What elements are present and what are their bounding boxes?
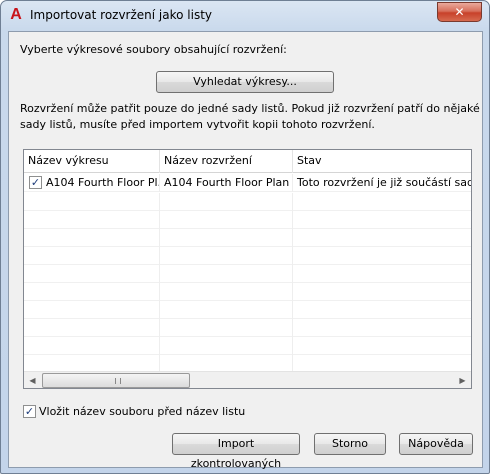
grip-icon [115, 378, 121, 384]
empty-cell [24, 211, 160, 229]
column-header-layout[interactable]: Název rozvržení [160, 150, 293, 173]
layout-name-cell: A104 Fourth Floor Plan [160, 174, 293, 192]
empty-cell [160, 265, 293, 283]
column-header-drawing[interactable]: Název výkresu [24, 150, 160, 173]
arrow-right-icon[interactable]: ▶ [454, 372, 471, 388]
layouts-list[interactable]: Název výkresu Název rozvržení Stav ✓ A10… [23, 149, 472, 389]
select-drawings-label: Vyberte výkresové soubory obsahující roz… [20, 43, 287, 56]
empty-cell [160, 319, 293, 337]
empty-cell [24, 283, 160, 301]
info-text: Rozvržení může patřit pouze do jedné sad… [20, 102, 480, 131]
empty-cell [160, 301, 293, 319]
empty-table-row [24, 193, 471, 211]
empty-cell [293, 301, 471, 319]
horizontal-scrollbar[interactable]: ◀ ▶ [24, 371, 471, 388]
checkmark-icon: ✓ [24, 405, 35, 418]
empty-cell [293, 193, 471, 211]
empty-table-row [24, 211, 471, 229]
empty-cell [24, 319, 160, 337]
empty-cell [160, 337, 293, 355]
arrow-left-icon[interactable]: ◀ [24, 372, 41, 388]
empty-cell [24, 265, 160, 283]
empty-cell [293, 319, 471, 337]
dialog-window: A Importovat rozvržení jako listy ✕ Vybe… [0, 0, 490, 474]
empty-cell [24, 337, 160, 355]
empty-table-row [24, 265, 471, 283]
empty-table-row [24, 229, 471, 247]
prefix-filename-checkbox[interactable]: ✓ [23, 405, 36, 418]
empty-cell [160, 229, 293, 247]
row-checkbox[interactable]: ✓ [29, 176, 42, 189]
prefix-filename-label[interactable]: Vložit název souboru před název listu [39, 405, 245, 418]
empty-cell [24, 229, 160, 247]
empty-cell [160, 211, 293, 229]
drawing-name-cell: A104 Fourth Floor Pl... [43, 174, 160, 192]
empty-cell [293, 283, 471, 301]
empty-cell [24, 301, 160, 319]
empty-cell [160, 247, 293, 265]
find-drawings-button[interactable]: Vyhledat výkresy... [156, 71, 334, 93]
list-header: Název výkresu Název rozvržení Stav [24, 150, 471, 173]
column-header-status[interactable]: Stav [293, 150, 471, 173]
empty-cell [293, 337, 471, 355]
window-title: Importovat rozvržení jako listy [30, 8, 213, 22]
empty-table-row [24, 283, 471, 301]
title-bar[interactable]: A Importovat rozvržení jako listy ✕ [1, 1, 489, 31]
empty-table-row [24, 301, 471, 319]
empty-cell [293, 211, 471, 229]
empty-table-row [24, 319, 471, 337]
autocad-logo-icon: A [10, 6, 22, 23]
empty-cell [24, 247, 160, 265]
empty-cell [24, 193, 160, 211]
help-button[interactable]: Nápověda [399, 433, 473, 455]
empty-cell [293, 247, 471, 265]
empty-cell [293, 229, 471, 247]
dialog-body: Vyberte výkresové soubory obsahující roz… [8, 31, 483, 470]
import-checked-button[interactable]: Import zkontrolovaných [172, 433, 300, 470]
empty-cell [293, 265, 471, 283]
empty-table-row [24, 337, 471, 355]
status-cell: Toto rozvržení je již součástí sady list… [297, 176, 471, 189]
table-row[interactable]: ✓ A104 Fourth Floor Pl... A104 Fourth Fl… [24, 174, 471, 192]
empty-table-row [24, 247, 471, 265]
close-icon: ✕ [454, 5, 465, 19]
empty-cell [160, 283, 293, 301]
checkmark-icon: ✓ [30, 176, 41, 189]
close-button[interactable]: ✕ [437, 2, 482, 22]
cancel-button[interactable]: Storno [314, 433, 386, 455]
empty-cell [160, 193, 293, 211]
scroll-thumb[interactable] [42, 373, 190, 388]
